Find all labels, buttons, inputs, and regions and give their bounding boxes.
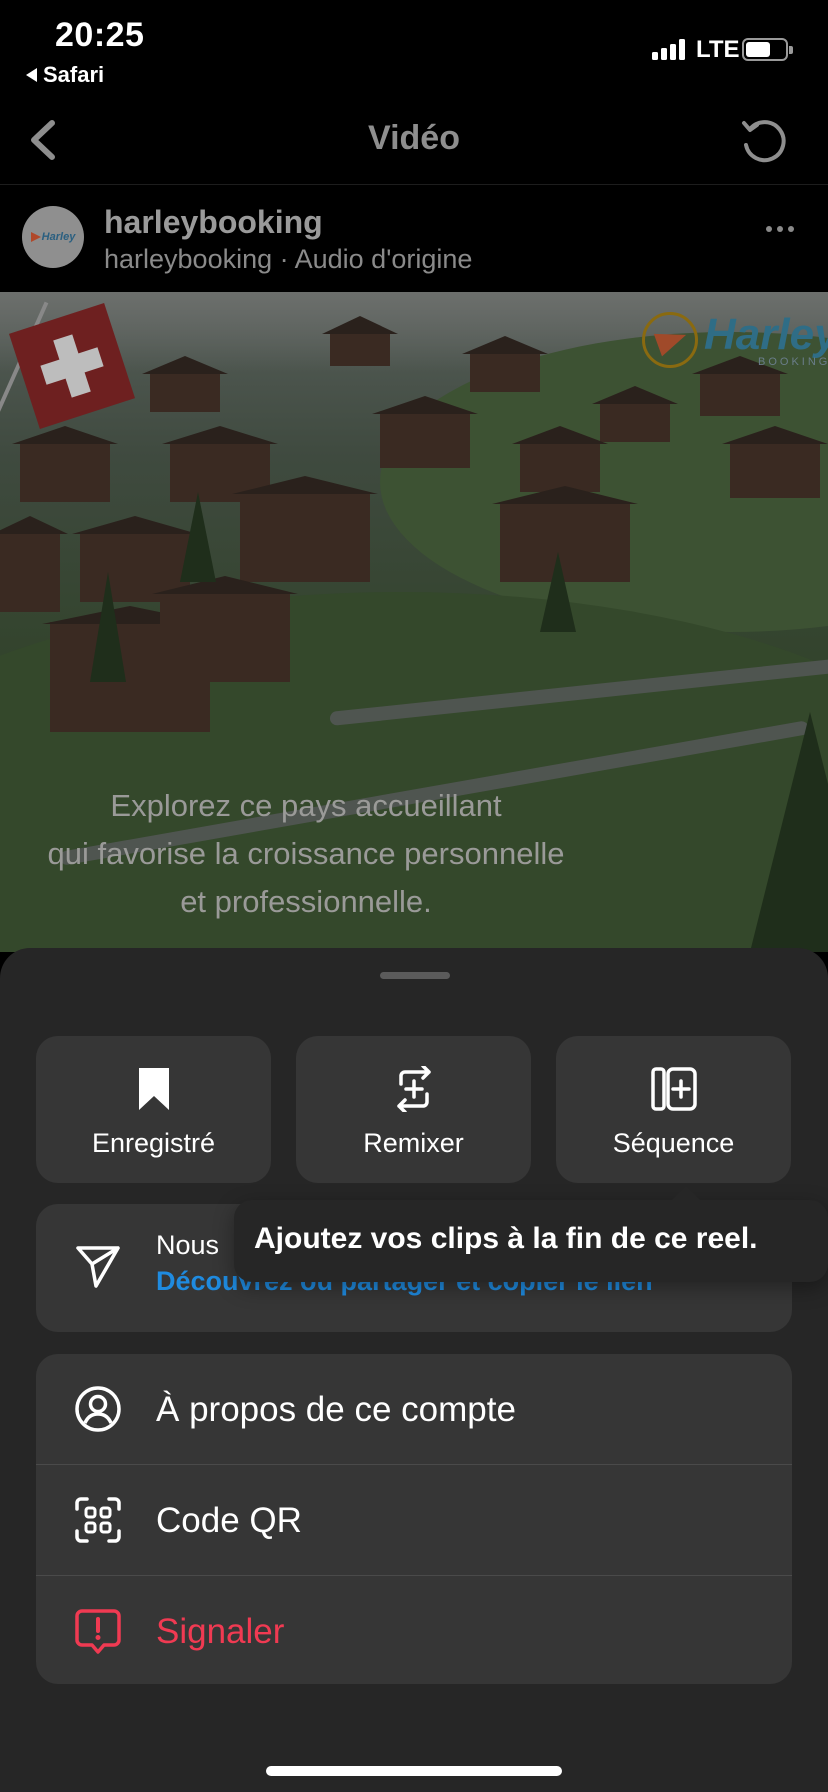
sequence-button[interactable]: Séquence bbox=[556, 1036, 791, 1183]
saved-label: Enregistré bbox=[91, 1128, 216, 1158]
post-audio-subline[interactable]: harleybooking · Audio d'origine bbox=[104, 244, 472, 275]
harley-booking-logo: Harley BOOKING bbox=[642, 312, 828, 368]
avatar-text: Harley bbox=[41, 231, 76, 243]
plane-logo-icon bbox=[642, 312, 698, 368]
caption-line: Explorez ce pays accueillant bbox=[110, 788, 502, 823]
caption-line: et professionnelle. bbox=[180, 884, 432, 919]
network-type: LTE bbox=[696, 36, 740, 63]
status-time: 20:25 bbox=[55, 16, 145, 54]
remix-button[interactable]: Remixer bbox=[296, 1036, 531, 1183]
home-indicator[interactable] bbox=[266, 1766, 562, 1776]
logo-text: Harley bbox=[704, 309, 828, 359]
video-player[interactable]: Harley BOOKING Explorez ce pays accueill… bbox=[0, 292, 828, 952]
refresh-icon[interactable] bbox=[738, 115, 788, 165]
avatar[interactable]: Harley bbox=[22, 206, 84, 268]
qr-code-icon bbox=[75, 1497, 121, 1543]
options-sheet: Enregistré Remixer Séquence Nous Découvr… bbox=[0, 948, 828, 1792]
menu-item-qr-code[interactable]: Code QR bbox=[36, 1465, 792, 1575]
page-title: Vidéo bbox=[368, 119, 460, 157]
back-app-label: Safari bbox=[43, 62, 105, 87]
account-menu: À propos de ce compte Code QR Signaler bbox=[36, 1354, 792, 1684]
sequence-tooltip[interactable]: Ajoutez vos clips à la fin de ce reel. bbox=[234, 1186, 828, 1282]
battery-icon bbox=[742, 38, 793, 61]
remix-label: Remixer bbox=[363, 1128, 464, 1158]
menu-item-report[interactable]: Signaler bbox=[36, 1576, 792, 1684]
post-header: Harley harleybooking harleybooking · Aud… bbox=[0, 186, 828, 292]
video-caption: Explorez ce pays accueillant qui favoris… bbox=[0, 782, 612, 926]
account-icon bbox=[75, 1386, 121, 1432]
avatar-plane-icon bbox=[30, 232, 41, 242]
bookmark-icon bbox=[138, 1068, 169, 1110]
sheet-grabber[interactable] bbox=[380, 972, 450, 979]
status-bar: 20:25 Safari LTE bbox=[0, 0, 828, 95]
tooltip-text: Ajoutez vos clips à la fin de ce reel. bbox=[254, 1222, 758, 1255]
post-username[interactable]: harleybooking bbox=[104, 204, 323, 241]
caption-line: qui favorise la croissance personnelle bbox=[47, 836, 565, 871]
share-title: Nous bbox=[156, 1230, 220, 1260]
sequence-icon bbox=[650, 1067, 697, 1111]
signal-icon bbox=[652, 38, 685, 60]
report-icon bbox=[75, 1609, 121, 1654]
menu-item-about-account[interactable]: À propos de ce compte bbox=[36, 1354, 792, 1464]
menu-label: Signaler bbox=[156, 1612, 285, 1651]
send-icon bbox=[76, 1246, 120, 1288]
back-to-safari-link[interactable]: Safari bbox=[26, 62, 104, 88]
menu-label: À propos de ce compte bbox=[156, 1390, 516, 1429]
saved-button[interactable]: Enregistré bbox=[36, 1036, 271, 1183]
remix-icon bbox=[396, 1066, 431, 1112]
sequence-label: Séquence bbox=[612, 1128, 735, 1158]
back-triangle-icon bbox=[26, 68, 37, 82]
nav-bar: Vidéo bbox=[0, 95, 828, 185]
logo-subtext: BOOKING bbox=[758, 355, 828, 368]
more-options-icon[interactable] bbox=[766, 226, 794, 232]
menu-label: Code QR bbox=[156, 1501, 302, 1540]
